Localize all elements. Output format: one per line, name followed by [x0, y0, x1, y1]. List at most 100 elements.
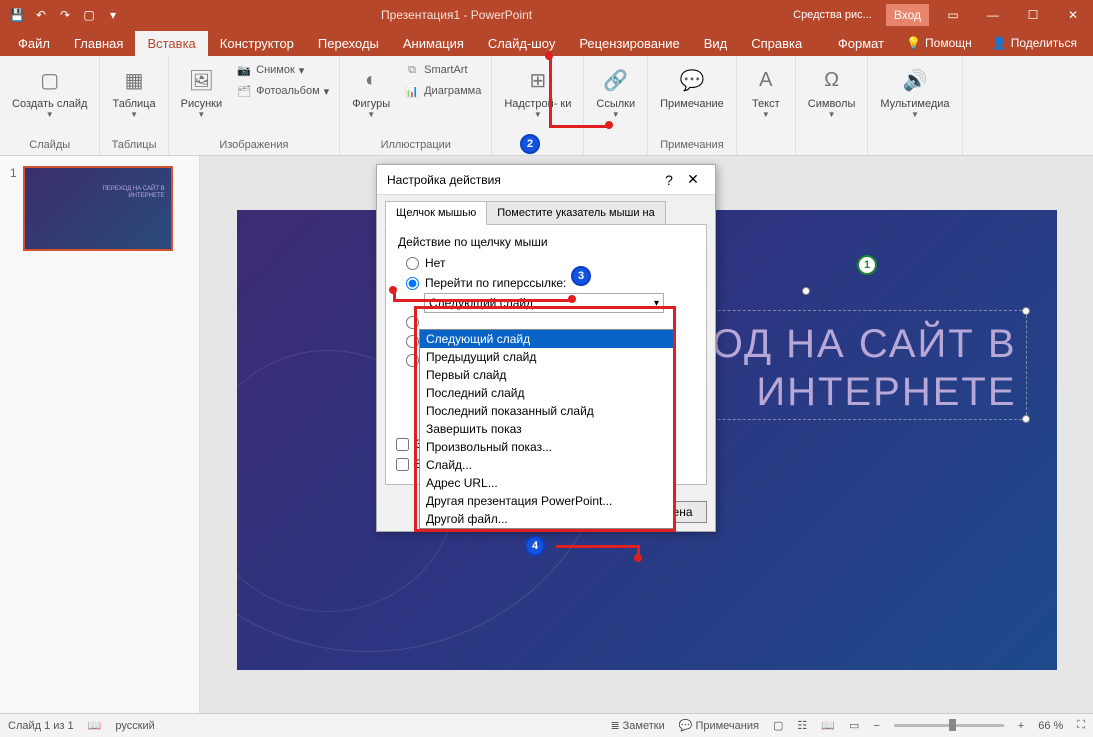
dropdown-item[interactable]: Предыдущий слайд	[420, 348, 674, 366]
table-button[interactable]: ▦Таблица▼	[106, 60, 161, 123]
dialog-help-icon[interactable]: ?	[657, 172, 681, 188]
zoom-out-icon[interactable]: −	[873, 720, 879, 732]
group-tables-label: Таблицы	[112, 137, 157, 151]
dropdown-item[interactable]: Другая презентация PowerPoint...	[420, 492, 674, 510]
spellcheck-icon[interactable]: 📖	[88, 719, 102, 732]
minimize-icon[interactable]: —	[973, 0, 1013, 30]
album-icon: 🗂	[236, 83, 252, 99]
qat-more-icon[interactable]: ▾	[104, 6, 122, 24]
tab-format[interactable]: Формат	[826, 31, 896, 56]
dropdown-item[interactable]: Последний слайд	[420, 384, 674, 402]
dropdown-item[interactable]: Первый слайд	[420, 366, 674, 384]
group-comments-label: Примечания	[660, 137, 724, 151]
tab-home[interactable]: Главная	[62, 31, 135, 56]
annotation-arrow	[549, 125, 609, 128]
tab-file[interactable]: Файл	[6, 31, 62, 56]
links-icon: 🔗	[600, 64, 632, 96]
zoom-slider[interactable]	[894, 724, 1004, 727]
text-button[interactable]: AТекст▼	[743, 60, 789, 123]
ribbon-options-icon[interactable]: ▭	[933, 0, 973, 30]
view-reading-icon[interactable]: 📖	[821, 719, 835, 732]
radio-hyperlink-label[interactable]: Перейти по гиперссылке:	[425, 276, 566, 290]
group-illustrations-label: Иллюстрации	[381, 137, 451, 151]
dialog-close-icon[interactable]: ✕	[681, 171, 705, 188]
view-slideshow-icon[interactable]: ▭	[849, 719, 859, 732]
fit-to-window-icon[interactable]: ⛶	[1077, 719, 1085, 732]
ribbon: ▢Создать слайд▼ Слайды ▦Таблица▼ Таблицы…	[0, 56, 1093, 156]
tab-help[interactable]: Справка	[739, 31, 814, 56]
dropdown-item[interactable]: Произвольный показ...	[420, 438, 674, 456]
dropdown-item[interactable]: Завершить показ	[420, 420, 674, 438]
new-slide-icon: ▢	[34, 64, 66, 96]
radio-run-program[interactable]	[406, 316, 419, 329]
dropdown-item[interactable]: Адрес URL...	[420, 474, 674, 492]
annotation-marker-1: 1	[857, 255, 877, 275]
symbols-icon: Ω	[816, 64, 848, 96]
view-normal-icon[interactable]: ▢	[773, 719, 783, 732]
annotation-arrow	[393, 299, 573, 302]
annotation-dot	[545, 52, 553, 60]
comment-button[interactable]: 💬Примечание	[654, 60, 730, 114]
redo-icon[interactable]: ↷	[56, 6, 74, 24]
tab-review[interactable]: Рецензирование	[567, 31, 691, 56]
login-button[interactable]: Вход	[886, 4, 929, 26]
radio-object-action[interactable]	[406, 354, 419, 367]
tab-transitions[interactable]: Переходы	[306, 31, 391, 56]
view-sorter-icon[interactable]: ☷	[797, 719, 807, 732]
chart-button[interactable]: 📊Диаграмма	[400, 81, 485, 101]
hyperlink-combo[interactable]: Следующий слайд▾	[424, 293, 664, 313]
tab-insert[interactable]: Вставка	[135, 31, 207, 56]
symbols-button[interactable]: ΩСимволы▼	[802, 60, 862, 123]
thumbnail-number: 1	[10, 166, 17, 251]
dialog-tab-click[interactable]: Щелчок мышью	[385, 201, 487, 225]
dialog-title: Настройка действия	[387, 173, 657, 187]
share-button[interactable]: 👤Поделиться	[982, 31, 1087, 55]
annotation-arrow	[549, 55, 552, 128]
zoom-level[interactable]: 66 %	[1038, 720, 1063, 732]
dropdown-item[interactable]: Слайд...	[420, 456, 674, 474]
tab-design[interactable]: Конструктор	[208, 31, 306, 56]
media-button[interactable]: 🔊Мультимедиа▼	[874, 60, 955, 123]
new-slide-button[interactable]: ▢Создать слайд▼	[6, 60, 93, 123]
dropdown-item[interactable]: Другой файл...	[420, 510, 674, 528]
language-label[interactable]: русский	[115, 720, 154, 732]
dropdown-item[interactable]: Последний показанный слайд	[420, 402, 674, 420]
undo-icon[interactable]: ↶	[32, 6, 50, 24]
save-icon[interactable]: 💾	[8, 6, 26, 24]
tell-me[interactable]: 💡Помощн	[896, 31, 982, 55]
notes-button[interactable]: ≣ Заметки	[610, 719, 664, 732]
tab-view[interactable]: Вид	[692, 31, 740, 56]
thumbnail-pane[interactable]: 1 ПЕРЕХОД НА САЙТ ВИНТЕРНЕТЕ	[0, 156, 200, 713]
screenshot-button[interactable]: 📷Снимок ▾	[232, 60, 333, 80]
zoom-in-icon[interactable]: +	[1018, 720, 1024, 732]
annotation-dot	[568, 295, 576, 303]
maximize-icon[interactable]: ☐	[1013, 0, 1053, 30]
smartart-button[interactable]: ⧉SmartArt	[400, 60, 485, 80]
share-icon: 👤	[992, 36, 1007, 50]
checkbox-highlight[interactable]	[396, 458, 409, 471]
dropdown-item[interactable]: Следующий слайд	[420, 330, 674, 348]
radio-none-label[interactable]: Нет	[425, 256, 445, 270]
close-icon[interactable]: ✕	[1053, 0, 1093, 30]
radio-hyperlink[interactable]	[406, 277, 419, 290]
screenshot-icon: 📷	[236, 62, 252, 78]
radio-none[interactable]	[406, 257, 419, 270]
shapes-button[interactable]: ◐Фигуры▼	[346, 60, 396, 123]
dialog-tab-hover[interactable]: Поместите указатель мыши на	[486, 201, 666, 225]
tab-slideshow[interactable]: Слайд-шоу	[476, 31, 567, 56]
slide-thumbnail-1[interactable]: ПЕРЕХОД НА САЙТ ВИНТЕРНЕТЕ	[23, 166, 173, 251]
hyperlink-dropdown-list[interactable]: Следующий слайд Предыдущий слайд Первый …	[419, 329, 675, 529]
addins-button[interactable]: ⊞Надстрой- ки▼	[498, 60, 577, 123]
links-button[interactable]: 🔗Ссылки▼	[590, 60, 641, 123]
checkbox-sound[interactable]	[396, 438, 409, 451]
radio-run-macro[interactable]	[406, 335, 419, 348]
comments-button[interactable]: 💬 Примечания	[679, 719, 759, 732]
annotation-arrow	[556, 545, 640, 548]
text-icon: A	[750, 64, 782, 96]
pictures-button[interactable]: 🖼Рисунки▼	[175, 60, 229, 123]
photo-album-button[interactable]: 🗂Фотоальбом ▾	[232, 81, 333, 101]
start-slideshow-icon[interactable]: ▢	[80, 6, 98, 24]
table-icon: ▦	[118, 64, 150, 96]
smartart-icon: ⧉	[404, 62, 420, 78]
tab-animation[interactable]: Анимация	[391, 31, 476, 56]
